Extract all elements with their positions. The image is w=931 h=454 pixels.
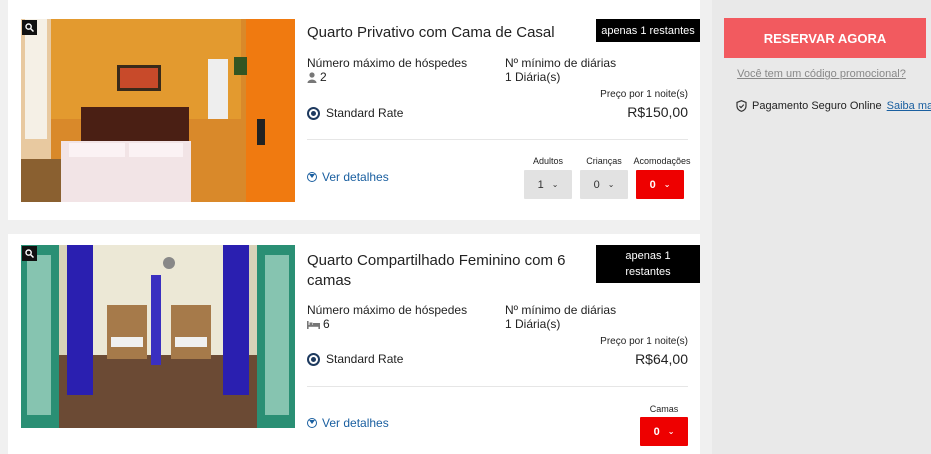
person-icon [307, 71, 317, 83]
min-nights-label: Nº mínimo de diárias [505, 56, 617, 70]
price-label: Preço por 1 noite(s) [600, 89, 688, 100]
min-nights-value: 1 Diária(s) [505, 70, 561, 84]
details-label: Ver detalhes [322, 416, 389, 430]
beds-label: Camas [649, 404, 679, 414]
secure-payment-text: Pagamento Seguro Online [752, 100, 882, 112]
bed-icon [307, 320, 320, 329]
zoom-icon[interactable] [22, 20, 37, 35]
rate-option[interactable]: Standard Rate [307, 352, 403, 366]
promo-code-link[interactable]: Você tem um código promocional? [712, 68, 931, 80]
price: R$64,00 [635, 351, 688, 367]
max-guests-value: 6 [307, 317, 330, 331]
max-guests-value: 2 [307, 70, 327, 84]
booking-sidebar: RESERVAR AGORA Você tem um código promoc… [712, 0, 931, 454]
rate-radio[interactable] [307, 352, 320, 366]
chevron-down-icon: ⌄ [551, 180, 559, 189]
adults-label: Adultos [532, 156, 564, 166]
chevron-down-icon: ⌄ [607, 180, 615, 189]
room-photo[interactable] [21, 245, 295, 428]
secure-payment: Pagamento Seguro Online Saiba mais [736, 100, 931, 112]
children-label: Crianças [586, 156, 622, 166]
adults-select[interactable]: 1 ⌄ [524, 170, 572, 199]
children-value: 0 [593, 178, 600, 191]
room-photo[interactable] [21, 19, 295, 202]
room-card: Quarto Compartilhado Feminino com 6 cama… [8, 234, 700, 454]
accommodations-select[interactable]: 0 ⌄ [636, 170, 684, 199]
rate-option[interactable]: Standard Rate [307, 106, 403, 120]
max-guests-label: Número máximo de hóspedes [307, 303, 468, 317]
rate-radio[interactable] [307, 106, 320, 120]
room-title: Quarto Privativo com Cama de Casal [307, 24, 555, 41]
children-select[interactable]: 0 ⌄ [580, 170, 628, 199]
shield-check-icon [736, 100, 747, 112]
availability-badge: apenas 1 restantes [596, 19, 700, 42]
accommodations-label: Acomodações [633, 156, 691, 166]
min-nights-value: 1 Diária(s) [505, 317, 561, 331]
price-label: Preço por 1 noite(s) [600, 336, 688, 347]
rate-name: Standard Rate [326, 106, 404, 120]
details-link[interactable]: Ver detalhes [307, 416, 389, 430]
room-photo-image [21, 245, 295, 428]
max-guests-number: 6 [323, 317, 330, 331]
chevron-circle-icon [307, 172, 317, 182]
zoom-icon[interactable] [22, 246, 37, 261]
divider [307, 139, 688, 140]
book-now-button[interactable]: RESERVAR AGORA [724, 18, 926, 58]
learn-more-link[interactable]: Saiba mais [887, 100, 931, 112]
availability-badge: apenas 1 restantes [596, 245, 700, 283]
price: R$150,00 [627, 104, 688, 120]
beds-select[interactable]: 0 ⌄ [640, 417, 688, 446]
rate-name: Standard Rate [326, 352, 404, 366]
room-title: Quarto Compartilhado Feminino com 6 cama… [307, 252, 566, 289]
min-nights-label: Nº mínimo de diárias [505, 303, 617, 317]
room-photo-image [21, 19, 295, 202]
room-card: Quarto Privativo com Cama de Casal apena… [8, 0, 700, 220]
chevron-circle-icon [307, 418, 317, 428]
max-guests-label: Número máximo de hóspedes [307, 56, 468, 70]
max-guests-number: 2 [320, 70, 327, 84]
details-label: Ver detalhes [322, 170, 389, 184]
details-link[interactable]: Ver detalhes [307, 170, 389, 184]
accommodations-value: 0 [649, 178, 656, 191]
chevron-down-icon: ⌄ [667, 427, 675, 436]
divider [307, 386, 688, 387]
adults-value: 1 [537, 178, 544, 191]
chevron-down-icon: ⌄ [663, 180, 671, 189]
beds-value: 0 [653, 425, 660, 438]
